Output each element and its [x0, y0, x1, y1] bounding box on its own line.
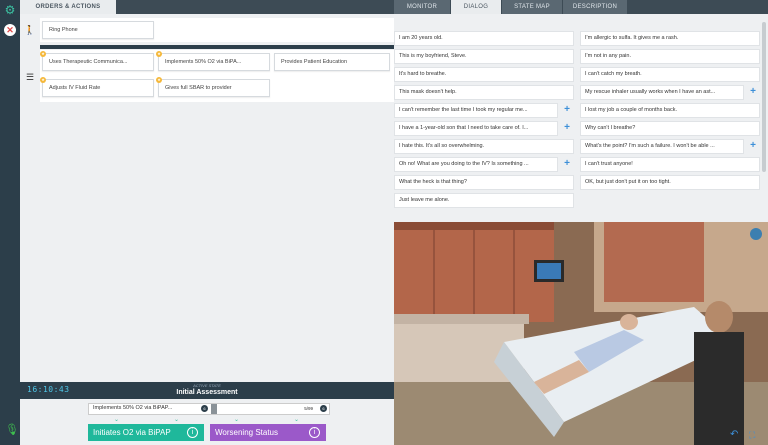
- tab-state-map[interactable]: STATE MAP: [502, 0, 562, 14]
- orders-row-1: Ring Phone: [40, 18, 394, 42]
- star-badge-icon: ★: [40, 51, 46, 57]
- left-rail: ⚙ 🎙: [0, 0, 20, 445]
- transition-label: Initiates O2 via BiPAP: [93, 428, 171, 437]
- right-tab-bar: MONITOR DIALOG STATE MAP DESCRIPTION: [394, 0, 768, 14]
- tab-description[interactable]: DESCRIPTION: [563, 0, 627, 14]
- star-badge-icon: ★: [156, 51, 162, 57]
- star-badge-icon: ★: [156, 77, 162, 83]
- orders-row-2: Uses Therapeutic Communica... ★ Implemen…: [40, 50, 394, 102]
- checklist-icon[interactable]: ☰: [20, 66, 40, 88]
- transition-worsening-status[interactable]: Worsening Status i: [210, 424, 326, 441]
- order-o2-bipap[interactable]: Implements 50% O2 via BiPA...: [158, 53, 270, 71]
- plus-icon[interactable]: +: [748, 87, 758, 97]
- dialog-item[interactable]: I'm allergic to sulfa. It gives me a ras…: [580, 31, 760, 46]
- close-icon[interactable]: ✕: [2, 22, 18, 38]
- plus-icon[interactable]: +: [562, 159, 572, 169]
- orders-panel: ✕ 🚶 Ring Phone ☰ Uses Therapeutic Commun…: [2, 14, 394, 382]
- progress-divider: [211, 404, 217, 414]
- chevron-down-icon: ⌄: [294, 417, 300, 423]
- dialog-scrollbar[interactable]: [762, 22, 766, 172]
- plus-icon[interactable]: +: [562, 123, 572, 133]
- dialog-item[interactable]: I lost my job a couple of months back.: [580, 103, 760, 118]
- active-state-name: Initial Assessment: [176, 389, 238, 396]
- walk-icon[interactable]: 🚶: [20, 19, 40, 41]
- chevron-down-icon: ⌄: [174, 417, 180, 423]
- dialog-item[interactable]: It's hard to breathe.: [394, 67, 574, 82]
- transition-panel: Implements 50% O2 via BiPAP... 6 5/99 6 …: [20, 399, 394, 445]
- chevron-down-icon: ⌄: [234, 417, 240, 423]
- progress-end-badge-icon: 6: [320, 405, 327, 412]
- transition-initiates-o2[interactable]: Initiates O2 via BiPAP i: [88, 424, 204, 441]
- active-state-label: ACTIVE STATE: [193, 383, 221, 388]
- order-therapeutic-communication[interactable]: Uses Therapeutic Communica...: [42, 53, 154, 71]
- dialog-item[interactable]: What the heck is that thing?: [394, 175, 574, 190]
- dialog-panel: I am 20 years old. This is my boyfriend,…: [394, 14, 768, 222]
- dialog-item[interactable]: OK, but just don't put it on too tight.: [580, 175, 760, 190]
- dialog-item[interactable]: Why can't I breathe?: [580, 121, 760, 136]
- plus-icon[interactable]: +: [748, 141, 758, 151]
- star-badge-icon: ★: [40, 77, 46, 83]
- dialog-item[interactable]: I hate this. It's all so overwhelming.: [394, 139, 574, 154]
- dialog-item[interactable]: I can't remember the last time I took my…: [394, 103, 558, 118]
- tab-orders-actions[interactable]: ORDERS & ACTIONS: [20, 0, 116, 14]
- dialog-item[interactable]: This is my boyfriend, Steve.: [394, 49, 574, 64]
- tab-monitor[interactable]: MONITOR: [394, 0, 450, 14]
- order-ring-phone[interactable]: Ring Phone: [42, 21, 154, 39]
- undo-icon[interactable]: ↶: [730, 430, 740, 440]
- info-icon[interactable]: i: [309, 427, 320, 438]
- dialog-item[interactable]: Just leave me alone.: [394, 193, 574, 208]
- gear-icon[interactable]: ⚙: [4, 4, 16, 16]
- chevron-down-icon: ⌄: [114, 417, 120, 423]
- dialog-item[interactable]: I can't trust anyone!: [580, 157, 760, 172]
- transition-label: Worsening Status: [215, 428, 278, 437]
- info-icon[interactable]: i: [187, 427, 198, 438]
- camera-icon[interactable]: [750, 228, 762, 240]
- dialog-item[interactable]: I am 20 years old.: [394, 31, 574, 46]
- dialog-item[interactable]: This mask doesn't help.: [394, 85, 574, 100]
- hospital-room-scene[interactable]: ↶ ⛶: [394, 222, 768, 445]
- transition-progress: Implements 50% O2 via BiPAP... 6 5/99 6: [88, 403, 330, 415]
- dialog-item[interactable]: Oh no! What are you doing to the IV? Is …: [394, 157, 558, 172]
- scene-illustration: [394, 222, 768, 445]
- tab-dialog[interactable]: DIALOG: [451, 0, 501, 14]
- dialog-item[interactable]: I can't catch my breath.: [580, 67, 760, 82]
- dialog-item[interactable]: I have a 1-year-old son that I need to t…: [394, 121, 558, 136]
- order-iv-fluid-rate[interactable]: Adjusts IV Fluid Rate: [42, 79, 154, 97]
- order-patient-education[interactable]: Provides Patient Education: [274, 53, 390, 71]
- plus-icon[interactable]: +: [562, 105, 572, 115]
- progress-badge-icon: 6: [201, 405, 208, 412]
- dialog-item[interactable]: My rescue inhaler usually works when I h…: [580, 85, 744, 100]
- fullscreen-icon[interactable]: ⛶: [749, 430, 759, 440]
- divider: [40, 45, 394, 49]
- dialog-item[interactable]: What's the point? I'm such a failure. I …: [580, 139, 744, 154]
- left-tab-bar: ORDERS & ACTIONS: [20, 0, 394, 14]
- progress-value: 5/99: [304, 406, 313, 411]
- active-state-bar: 16:10:43 ACTIVE STATE Initial Assessment: [20, 382, 394, 399]
- progress-text: Implements 50% O2 via BiPAP...: [93, 405, 173, 411]
- order-sbar[interactable]: Gives full SBAR to provider: [158, 79, 270, 97]
- dialog-item[interactable]: I'm not in any pain.: [580, 49, 760, 64]
- microphone-icon[interactable]: 🎙: [5, 423, 19, 437]
